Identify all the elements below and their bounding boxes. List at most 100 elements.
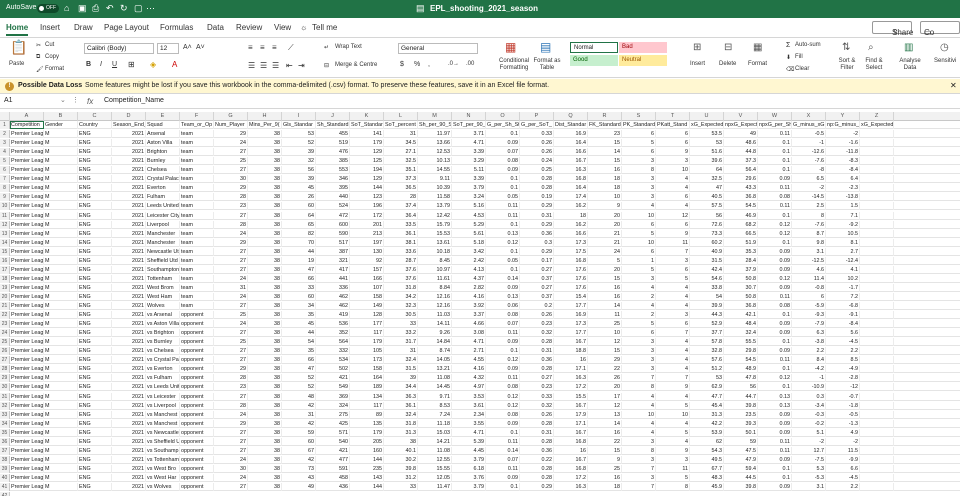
cell[interactable]: M (44, 139, 78, 148)
fill-icon[interactable]: ⬇ (786, 54, 791, 61)
cell[interactable]: 53 (690, 139, 724, 148)
cell[interactable]: 1 (622, 256, 656, 265)
cell[interactable]: 39.6 (690, 157, 724, 166)
column-header[interactable]: X (792, 112, 826, 121)
cell[interactable]: 196 (350, 202, 384, 211)
cell[interactable]: 117 (350, 329, 384, 338)
cell[interactable] (860, 202, 894, 211)
cell[interactable]: 591 (316, 464, 350, 473)
cell[interactable]: ENG (78, 175, 112, 184)
cell[interactable]: 16.3 (554, 166, 588, 175)
cell[interactable]: 6 (622, 247, 656, 256)
cell[interactable]: 135 (350, 419, 384, 428)
cell[interactable]: 0.25 (520, 166, 554, 175)
row-header[interactable]: 41 (0, 483, 10, 491)
cell[interactable]: ENG (78, 473, 112, 482)
cell[interactable]: 3 (622, 157, 656, 166)
cell[interactable]: -2 (792, 184, 826, 193)
format-cells-button[interactable]: Format (748, 61, 767, 67)
cell[interactable]: Premier Leag (10, 329, 44, 338)
cell[interactable]: 16 (588, 292, 622, 301)
cell[interactable]: 40.1 (384, 446, 418, 455)
row-header[interactable]: 18 (0, 274, 10, 283)
cell[interactable]: 324 (316, 401, 350, 410)
cell[interactable]: 2021 (112, 229, 146, 238)
cell[interactable]: 56 (724, 383, 758, 392)
cell[interactable]: 6 (622, 220, 656, 229)
cell[interactable]: 0.2 (520, 302, 554, 310)
cell[interactable]: 2021 (112, 419, 146, 428)
cell[interactable]: 0.27 (520, 374, 554, 383)
header-cell[interactable]: np:G_minus_ (826, 121, 860, 129)
cell[interactable]: 92 (350, 256, 384, 265)
style-normal[interactable]: Normal (570, 42, 618, 53)
cell[interactable]: opponent (180, 356, 214, 365)
cell[interactable]: 4 (656, 338, 690, 347)
cell[interactable]: 117 (350, 401, 384, 410)
row-header[interactable]: 31 (0, 392, 10, 401)
cell[interactable]: -0.7 (826, 392, 860, 401)
header-cell[interactable]: SoT_percent (384, 121, 418, 129)
cell[interactable]: 0.28 (520, 184, 554, 193)
cell[interactable]: Premier Leag (10, 464, 44, 473)
cell[interactable]: 0.12 (758, 229, 792, 238)
cell[interactable]: 4.16 (452, 292, 486, 301)
row-header[interactable]: 21 (0, 302, 10, 310)
cell[interactable]: 24 (214, 473, 248, 482)
cell[interactable]: 0.1 (486, 130, 520, 139)
cell[interactable]: 15 (588, 139, 622, 148)
cell[interactable]: 2021 (112, 175, 146, 184)
cell[interactable]: 9 (656, 383, 690, 392)
cell[interactable]: 16.4 (554, 139, 588, 148)
cell[interactable]: 476 (316, 148, 350, 157)
cell[interactable]: 52 (282, 139, 316, 148)
cell[interactable]: 17.9 (554, 410, 588, 419)
analyse-data-icon[interactable]: ▥ (904, 42, 913, 53)
cell[interactable]: 31 (384, 347, 418, 356)
cell[interactable]: 197 (350, 238, 384, 247)
cell[interactable]: 68.2 (724, 220, 758, 229)
column-header[interactable]: G (214, 112, 248, 121)
cell[interactable]: -9.3 (792, 311, 826, 320)
cell[interactable]: M (44, 483, 78, 491)
cell[interactable]: 42.2 (690, 419, 724, 428)
cell[interactable]: 6 (622, 130, 656, 139)
cell[interactable]: 0.1 (758, 464, 792, 473)
cell[interactable]: opponent (180, 392, 214, 401)
cell[interactable]: 0.09 (486, 338, 520, 347)
cell[interactable]: 3.08 (452, 329, 486, 338)
row-header[interactable]: 23 (0, 320, 10, 329)
cell[interactable]: 35.1 (384, 166, 418, 175)
cell[interactable]: 16.9 (554, 130, 588, 139)
cell[interactable]: 3.79 (452, 483, 486, 491)
cell[interactable]: vs Fulham (146, 374, 180, 383)
accounting-icon[interactable]: $ (400, 61, 404, 68)
cell[interactable] (860, 311, 894, 320)
cell[interactable]: 3.42 (452, 247, 486, 256)
delete-cells-button[interactable]: Delete (719, 61, 736, 67)
cell[interactable]: 0.09 (486, 419, 520, 428)
cell[interactable]: 28 (214, 193, 248, 202)
cell[interactable]: ENG (78, 193, 112, 202)
cell[interactable]: 3 (656, 157, 690, 166)
cell[interactable]: -7.9 (792, 320, 826, 329)
cell[interactable]: 0.27 (520, 265, 554, 274)
cell[interactable]: 2021 (112, 401, 146, 410)
cell[interactable]: 16 (554, 356, 588, 365)
cell[interactable]: opponent (180, 483, 214, 491)
cell[interactable]: 0.1 (486, 220, 520, 229)
cell[interactable]: 38 (248, 157, 282, 166)
autosave-toggle[interactable]: OFF (37, 4, 59, 13)
format-as-table-icon[interactable]: ▤ (540, 41, 551, 53)
cell[interactable]: ENG (78, 320, 112, 329)
wrap-text-icon[interactable]: ↵ (324, 44, 329, 51)
cell[interactable]: 0.1 (486, 428, 520, 437)
cell[interactable]: ENG (78, 211, 112, 220)
cell[interactable]: 33.2 (384, 329, 418, 338)
cell[interactable]: 17 (588, 392, 622, 401)
column-header[interactable]: W (758, 112, 792, 121)
select-all-corner[interactable] (0, 112, 10, 121)
cell[interactable]: 164 (350, 374, 384, 383)
number-format-select[interactable]: General (398, 43, 478, 54)
cell[interactable]: M (44, 220, 78, 229)
